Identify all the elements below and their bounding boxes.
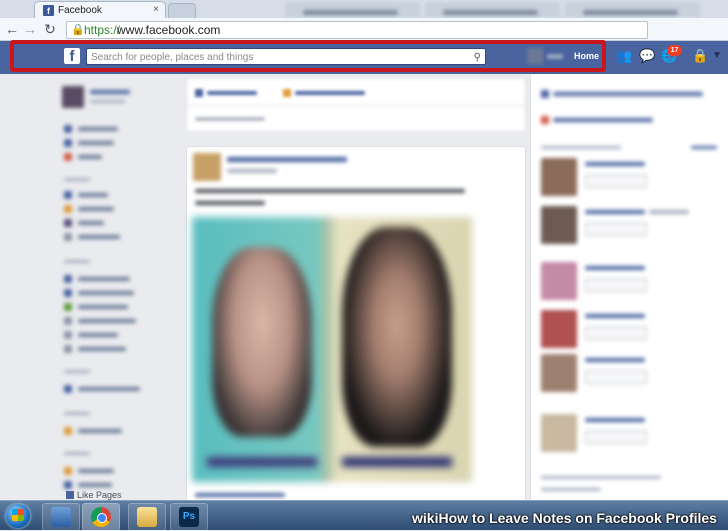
post-photo[interactable] <box>192 217 472 482</box>
right-sidebar <box>530 74 728 500</box>
status-composer[interactable] <box>186 78 526 132</box>
browser-tab-bar: f Facebook × <box>0 0 728 19</box>
url-host: www.facebook.com <box>117 23 221 37</box>
account-menu-chevron-icon[interactable]: ▼ <box>712 48 722 64</box>
post-timestamp[interactable] <box>227 169 277 173</box>
start-icon[interactable] <box>6 504 30 528</box>
like-pages-label: Like Pages <box>77 490 122 500</box>
wikihow-brand: wiki <box>412 510 439 526</box>
wikihow-watermark: wikiHow to Leave Notes on Facebook Profi… <box>412 510 717 526</box>
taskbar-files-button[interactable] <box>128 503 166 531</box>
taskbar-photoshop-button[interactable]: Ps <box>170 503 208 531</box>
post-text-line <box>195 189 465 193</box>
tab-blurred-2[interactable] <box>425 2 560 17</box>
tab-title: Facebook <box>58 5 102 16</box>
news-feed-page <box>0 74 728 502</box>
explorer-icon <box>51 507 71 527</box>
left-sidebar <box>60 80 180 500</box>
sidebar-profile-name[interactable] <box>90 90 130 94</box>
tab-blurred-label <box>583 10 678 15</box>
address-bar[interactable]: 🔒 https:// www.facebook.com <box>66 21 648 39</box>
post-actions[interactable] <box>195 493 285 497</box>
friend-requests-icon[interactable]: 👥 <box>616 48 632 64</box>
chrome-icon <box>91 507 111 527</box>
photo-caption-bar <box>342 457 452 467</box>
suggestion-row[interactable] <box>541 158 721 208</box>
url-scheme: https:// <box>84 23 121 37</box>
messages-icon[interactable]: 💬 <box>639 48 655 64</box>
photo-caption-bar <box>207 457 317 467</box>
tab-blurred-1[interactable] <box>285 2 420 17</box>
new-tab-button[interactable] <box>168 3 196 18</box>
like-pages-icon <box>66 491 74 499</box>
photo-person-right <box>342 227 452 447</box>
sidebar-section-heading <box>64 452 90 455</box>
privacy-shortcuts-icon[interactable]: 🔒 <box>692 48 708 64</box>
suggestion-row[interactable] <box>541 262 721 312</box>
tab-blurred-3[interactable] <box>565 2 700 17</box>
suggestion-row[interactable] <box>541 310 721 360</box>
notification-count-badge: 17 <box>667 45 682 56</box>
photo-person-left <box>212 247 312 437</box>
taskbar-explorer-button[interactable] <box>42 503 80 531</box>
tab-blurred-label <box>303 10 398 15</box>
files-icon <box>137 507 157 527</box>
browser-toolbar: ← → ↻ 🔒 https:// www.facebook.com <box>0 18 728 41</box>
sidebar-avatar[interactable] <box>62 86 84 108</box>
wikihow-title: How to Leave Notes on Facebook Profiles <box>438 510 717 526</box>
post-author-name[interactable] <box>227 157 347 162</box>
sidebar-section-heading <box>64 370 90 373</box>
like-pages-link[interactable]: Like Pages <box>66 490 122 500</box>
suggestion-row[interactable] <box>541 206 721 256</box>
news-feed <box>186 74 526 502</box>
facebook-favicon-icon: f <box>43 5 54 16</box>
tab-blurred-label <box>443 10 538 15</box>
forward-arrow-icon[interactable]: → <box>22 21 38 37</box>
taskbar-chrome-button[interactable] <box>82 503 120 531</box>
post-text-line <box>195 201 265 205</box>
sidebar-section-heading <box>64 260 90 263</box>
feed-post <box>186 146 526 502</box>
highlight-outline <box>10 40 606 72</box>
suggestion-row[interactable] <box>541 414 721 464</box>
sidebar-edit-profile[interactable] <box>90 100 125 103</box>
photoshop-icon: Ps <box>179 507 199 527</box>
sidebar-section-heading <box>64 412 90 415</box>
sidebar-section-heading <box>64 178 90 181</box>
reload-icon[interactable]: ↻ <box>42 21 58 37</box>
lock-icon: 🔒 <box>71 24 85 36</box>
post-author-avatar[interactable] <box>193 153 221 181</box>
back-arrow-icon[interactable]: ← <box>4 21 20 37</box>
tab-close-icon[interactable]: × <box>153 4 159 15</box>
tab-facebook[interactable]: f Facebook × <box>34 1 166 19</box>
suggestion-row[interactable] <box>541 354 721 404</box>
